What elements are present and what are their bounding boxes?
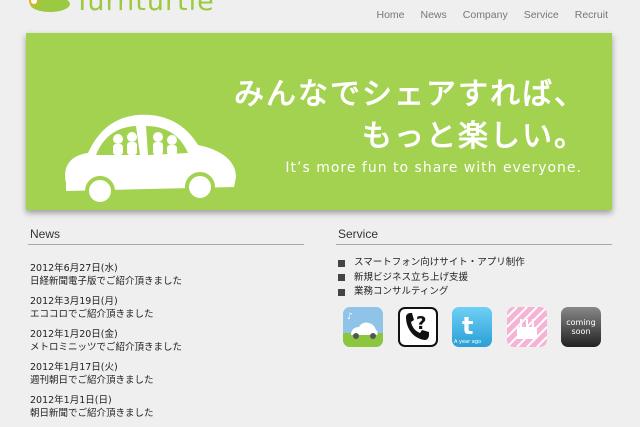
news-date: 2012年1月1日(日) bbox=[30, 395, 112, 406]
service-divider bbox=[336, 244, 612, 245]
news-text: 朝日新聞でご紹介頂きました bbox=[30, 408, 154, 419]
news-text: 週刊朝日でご紹介頂きました bbox=[30, 375, 154, 386]
svg-text:t: t bbox=[462, 312, 473, 340]
news-date: 2012年1月20日(金) bbox=[30, 329, 118, 340]
car-app-icon[interactable]: ♪ bbox=[343, 307, 383, 347]
news-date: 2012年1月17日(火) bbox=[30, 362, 118, 373]
svg-text:?: ? bbox=[416, 313, 426, 334]
svg-text:♪: ♪ bbox=[347, 312, 353, 322]
phone-question-app-icon[interactable]: ? bbox=[397, 307, 438, 347]
news-item[interactable]: 2012年1月1日(日) 朝日新聞でご紹介頂きました bbox=[30, 394, 300, 420]
square-bullet-icon bbox=[338, 259, 345, 267]
news-text: エココロでご紹介頂きました bbox=[30, 309, 154, 320]
nav-item-news[interactable]: News bbox=[421, 9, 447, 21]
twitter-a-year-ago-app-icon[interactable]: t A year ago bbox=[452, 307, 492, 347]
service-item: 業務コンサルティング bbox=[338, 285, 525, 300]
hero-headline-2: もっと楽しい。 bbox=[362, 119, 586, 154]
app-icon-row: ♪ ? t A year ago coming soon bbox=[343, 307, 616, 347]
service-list: スマートフォン向けサイト・アプリ制作 新規ビジネス立ち上げ支援 業務コンサルティ… bbox=[338, 256, 525, 300]
news-text: メトロミニッツでご紹介頂きました bbox=[30, 342, 183, 353]
app-caption: A year ago bbox=[454, 339, 482, 345]
coming-soon-app-icon[interactable]: coming soon bbox=[561, 307, 601, 347]
service-item: スマートフォン向けサイト・アプリ制作 bbox=[338, 256, 525, 271]
nav-item-service[interactable]: Service bbox=[524, 9, 559, 21]
hero-headline-1: みんなでシェアすれば、 bbox=[234, 77, 586, 112]
nav-item-recruit[interactable]: Recruit bbox=[575, 9, 608, 21]
service-label: 新規ビジネス立ち上げ支援 bbox=[354, 271, 469, 283]
news-date: 2012年3月19日(月) bbox=[30, 296, 118, 307]
brand-name: Turnturtle bbox=[74, 0, 215, 17]
brand-logo[interactable]: Turnturtle bbox=[26, 0, 215, 22]
news-date: 2012年6月27日(水) bbox=[30, 263, 118, 274]
leaf-icon bbox=[29, 0, 70, 12]
square-bullet-icon bbox=[338, 288, 345, 296]
car-illustration-icon bbox=[65, 114, 236, 205]
news-list: 2012年6月27日(水) 日経新聞電子版でご紹介頂きました 2012年3月19… bbox=[30, 262, 300, 427]
news-item[interactable]: 2012年6月27日(水) 日経新聞電子版でご紹介頂きました bbox=[30, 262, 300, 288]
app-caption: coming soon bbox=[566, 318, 596, 336]
main-nav: Home News Company Service Recruit bbox=[360, 9, 608, 21]
service-item: 新規ビジネス立ち上げ支援 bbox=[338, 271, 525, 286]
hero-subtitle: It’s more fun to share with everyone. bbox=[285, 160, 582, 176]
news-text: 日経新聞電子版でご紹介頂きました bbox=[30, 276, 183, 287]
news-heading: News bbox=[30, 227, 61, 241]
service-heading: Service bbox=[338, 227, 379, 241]
news-item[interactable]: 2012年1月17日(火) 週刊朝日でご紹介頂きました bbox=[30, 361, 300, 387]
news-item[interactable]: 2012年3月19日(月) エココロでご紹介頂きました bbox=[30, 295, 300, 321]
service-label: スマートフォン向けサイト・アプリ制作 bbox=[354, 257, 525, 268]
hero-banner: みんなでシェアすれば、 もっと楽しい。 It’s more fun to sha… bbox=[26, 33, 612, 210]
news-item[interactable]: 2012年1月20日(金) メトロミニッツでご紹介頂きました bbox=[30, 328, 300, 354]
birthday-cake-app-icon[interactable] bbox=[506, 307, 547, 347]
square-bullet-icon bbox=[338, 274, 345, 282]
nav-item-home[interactable]: Home bbox=[376, 9, 404, 21]
nav-item-company[interactable]: Company bbox=[463, 9, 508, 21]
service-label: 業務コンサルティング bbox=[354, 286, 449, 297]
news-divider bbox=[28, 244, 304, 245]
